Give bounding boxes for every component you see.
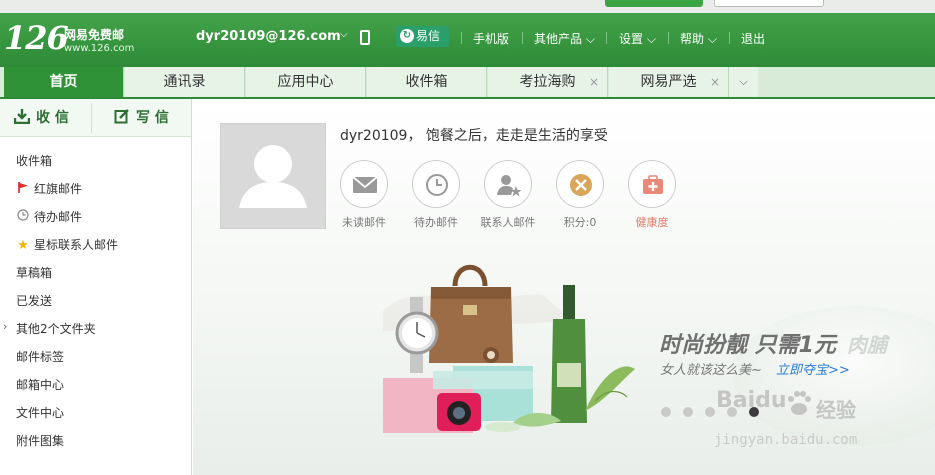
write-button[interactable]: 写 信: [114, 99, 169, 137]
stat-points[interactable]: 积分:0: [550, 160, 610, 230]
folder-drafts[interactable]: 草稿箱: [16, 264, 52, 281]
stat-label: 联系人邮件: [480, 216, 536, 229]
ad-subtitle: 女人就该这么美~: [660, 363, 762, 378]
stat-label: 积分:0: [563, 216, 597, 229]
sidebar: 收 信 写 信 收件箱 红旗邮件 待办邮件 ★ 星标联系人邮件 草稿箱 已发送 ›…: [0, 99, 192, 475]
ad-title-fade: 肉脯: [847, 333, 887, 357]
points-icon: [556, 160, 604, 208]
other-products-label: 其他产品: [534, 32, 583, 46]
folder-label: 其他2个文件夹: [16, 322, 96, 336]
yixin-button[interactable]: ↻ 易信: [396, 26, 449, 47]
clock-icon: [412, 160, 460, 208]
user-email[interactable]: dyr20109@126.com: [196, 29, 341, 44]
tab-kaola[interactable]: 考拉海购 ×: [488, 67, 608, 97]
write-label: 写 信: [136, 110, 169, 126]
watermark-brand: Baidu: [716, 388, 787, 413]
stat-label: 健康度: [635, 216, 669, 229]
stat-todo[interactable]: 待办邮件: [406, 160, 466, 230]
folder-inbox[interactable]: 收件箱: [16, 152, 52, 169]
tab-yanxuan-label: 网易严选: [640, 74, 697, 90]
receive-button[interactable]: 收 信: [13, 99, 69, 137]
settings-menu[interactable]: 设置 ⌵: [619, 30, 656, 47]
default-avatar-icon: [239, 145, 307, 208]
ad-title: 时尚扮靓 只需1元: [659, 333, 836, 358]
help-menu[interactable]: 帮助 ⌵: [680, 30, 717, 47]
folder-file-center[interactable]: 文件中心: [16, 404, 64, 421]
divider: [606, 32, 607, 44]
mail-icon: [340, 160, 388, 208]
tab-inbox[interactable]: 收件箱: [367, 67, 487, 97]
watermark: Baidu 经验 jingyan.baidu.com: [714, 386, 914, 456]
divider: [729, 32, 730, 44]
stat-label: 待办邮件: [414, 216, 458, 229]
contact-star-icon: [484, 160, 532, 208]
compose-row: 收 信 写 信: [0, 99, 191, 137]
tab-home[interactable]: 首页: [4, 67, 124, 97]
carousel-dot[interactable]: [661, 407, 671, 417]
chevron-down-icon: ⌵: [585, 32, 595, 46]
download-icon: [13, 109, 31, 125]
folder-sent[interactable]: 已发送: [16, 292, 52, 309]
other-products-menu[interactable]: 其他产品 ⌵: [534, 30, 595, 47]
health-icon: [628, 160, 676, 208]
top-white-button[interactable]: [714, 0, 824, 7]
tabs-more-chevron-icon[interactable]: ⌵: [729, 67, 758, 97]
stat-contact-mail[interactable]: 联系人邮件: [478, 160, 538, 230]
logo[interactable]: 126: [4, 19, 69, 57]
yixin-icon: ↻: [400, 29, 414, 43]
watermark-suffix: 经验: [816, 398, 856, 422]
tab-app-center[interactable]: 应用中心: [246, 67, 366, 97]
header: 126 网易免费邮 www.126.com dyr20109@126.com ⌵…: [0, 13, 935, 67]
close-icon[interactable]: ×: [589, 67, 599, 97]
folder-todo[interactable]: 待办邮件: [16, 208, 82, 225]
receive-label: 收 信: [36, 110, 69, 126]
watermark-url: jingyan.baidu.com: [714, 432, 858, 448]
chevron-down-icon: ⌵: [646, 32, 656, 46]
avatar[interactable]: [220, 123, 326, 229]
star-icon: ★: [17, 238, 29, 253]
logo-url: www.126.com: [64, 43, 135, 54]
logo-name: 网易免费邮: [64, 28, 125, 42]
paw-icon: [788, 391, 811, 415]
divider: [461, 32, 462, 44]
top-green-button[interactable]: [605, 0, 703, 7]
tab-bar: 首页 通讯录 应用中心 收件箱 考拉海购 × 网易严选 × ⌵: [0, 67, 935, 99]
stat-label: 未读邮件: [342, 216, 386, 229]
divider: [91, 103, 92, 133]
tab-yanxuan[interactable]: 网易严选 ×: [609, 67, 729, 97]
clock-icon: [16, 209, 30, 224]
folder-red-flag[interactable]: 红旗邮件: [16, 180, 82, 197]
pencil-icon: [114, 109, 129, 124]
chevron-down-icon: ⌵: [707, 32, 717, 46]
greeting: dyr20109， 饱餐之后，走走是生活的享受: [340, 128, 608, 144]
top-strip: [0, 0, 935, 13]
stat-health[interactable]: 健康度: [622, 160, 682, 230]
logout-link[interactable]: 退出: [741, 30, 765, 47]
help-label: 帮助: [680, 32, 705, 46]
tab-kaola-label: 考拉海购: [519, 74, 576, 90]
folder-attachments-gallery[interactable]: 附件图集: [16, 432, 64, 449]
mobile-link[interactable]: 手机版: [473, 30, 509, 47]
folder-other-folders[interactable]: › 其他2个文件夹: [3, 320, 96, 337]
chevron-right-icon[interactable]: ›: [3, 320, 7, 333]
settings-label: 设置: [619, 32, 644, 46]
folder-starred-contacts[interactable]: ★ 星标联系人邮件: [16, 236, 118, 253]
carousel-dot[interactable]: [683, 407, 693, 417]
folder-label: 待办邮件: [34, 210, 83, 224]
stat-unread[interactable]: 未读邮件: [334, 160, 394, 230]
close-icon[interactable]: ×: [710, 67, 720, 97]
folder-label: 星标联系人邮件: [34, 238, 119, 252]
tab-contacts[interactable]: 通讯录: [125, 67, 245, 97]
chevron-down-icon[interactable]: ⌵: [340, 29, 348, 40]
red-flag-icon: [16, 182, 30, 196]
divider: [522, 32, 523, 44]
ad-link[interactable]: 立即夺宝>>: [776, 359, 850, 378]
divider: [668, 32, 669, 44]
folder-mail-tags[interactable]: 邮件标签: [16, 348, 64, 365]
yixin-label: 易信: [416, 29, 441, 43]
folder-label: 红旗邮件: [34, 182, 83, 196]
folder-mailbox-center[interactable]: 邮箱中心: [16, 376, 64, 393]
phone-icon[interactable]: [360, 30, 370, 45]
